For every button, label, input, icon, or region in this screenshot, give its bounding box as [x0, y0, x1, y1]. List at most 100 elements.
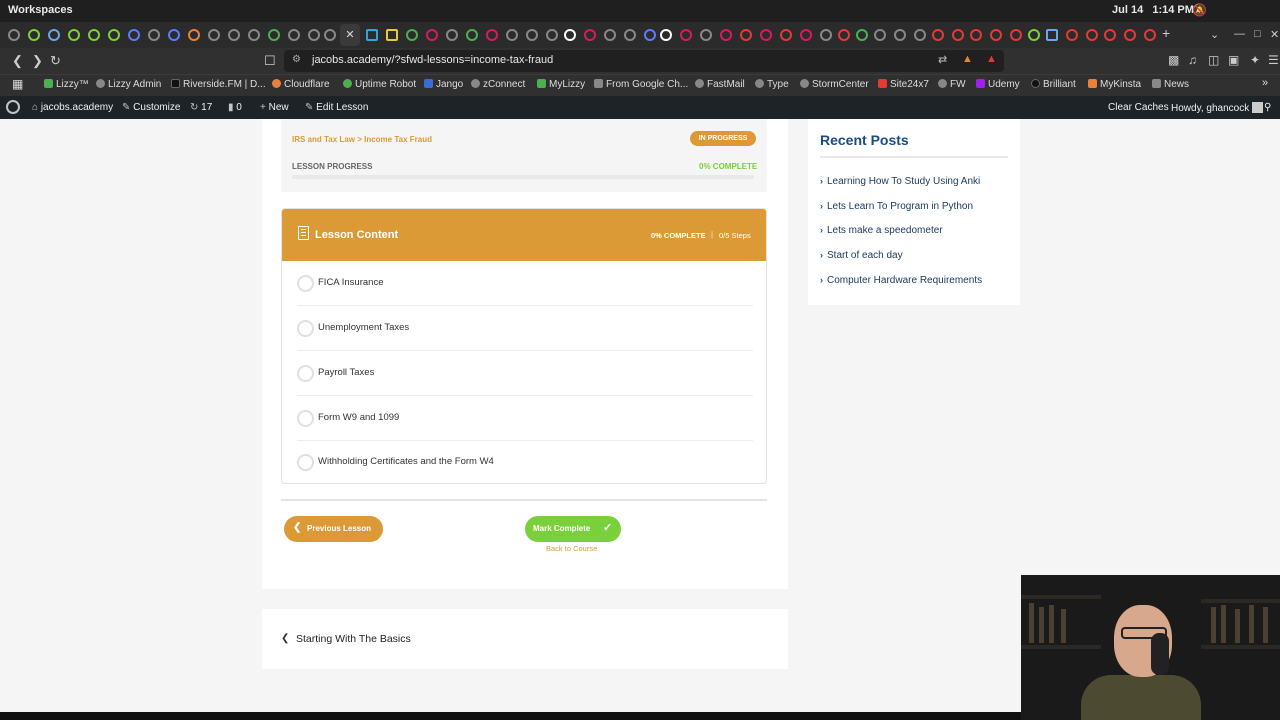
sidebar-icon[interactable]: ◫: [1208, 53, 1219, 67]
tab-icon[interactable]: [486, 29, 498, 41]
tab-icon[interactable]: [1046, 29, 1058, 41]
bookmark-item[interactable]: Jango: [424, 79, 463, 90]
tab-icon[interactable]: [990, 29, 1002, 41]
mark-complete-button[interactable]: Mark Complete ✓: [525, 516, 621, 542]
bookmark-item[interactable]: zConnect: [471, 79, 525, 90]
tab-icon[interactable]: [970, 29, 982, 41]
bookmark-item[interactable]: FastMail: [695, 79, 745, 90]
tab-icon[interactable]: [820, 29, 832, 41]
tab-icon[interactable]: [288, 29, 300, 41]
tab-icon[interactable]: [680, 29, 692, 41]
bookmark-item[interactable]: Lizzy™: [44, 79, 89, 90]
tab-icon[interactable]: [506, 29, 518, 41]
tab-icon[interactable]: [932, 29, 944, 41]
extensions-icon[interactable]: ▩: [1168, 53, 1179, 67]
tab-icon[interactable]: [952, 29, 964, 41]
tab-icon[interactable]: [700, 29, 712, 41]
tab-icon[interactable]: [148, 29, 160, 41]
previous-post-link[interactable]: Starting With The Basics: [296, 633, 411, 645]
tab-icon[interactable]: [28, 29, 40, 41]
tab-icon[interactable]: [526, 29, 538, 41]
menu-icon[interactable]: ☰: [1268, 53, 1279, 67]
tab-icon[interactable]: [874, 29, 886, 41]
comments-link[interactable]: ▮ 0: [228, 102, 242, 113]
tab-icon[interactable]: [248, 29, 260, 41]
bookmark-folder[interactable]: From Google Ch...: [594, 79, 688, 90]
tab-icon[interactable]: [426, 29, 438, 41]
tab-icon[interactable]: [366, 29, 378, 41]
notifications-muted-icon[interactable]: 🔕: [1192, 3, 1207, 17]
brave-rewards-icon[interactable]: ▲: [986, 53, 997, 65]
tab-icon[interactable]: [324, 29, 336, 41]
tab-icon[interactable]: [584, 29, 596, 41]
bookmark-item[interactable]: StormCenter: [800, 79, 869, 90]
close-window-icon[interactable]: ✕: [1270, 28, 1279, 41]
bookmark-item[interactable]: Uptime Robot: [343, 79, 416, 90]
bookmark-item[interactable]: Lizzy Admin: [96, 79, 161, 90]
tab-icon[interactable]: [406, 29, 418, 41]
tab-icon[interactable]: [446, 29, 458, 41]
bookmark-item[interactable]: Type: [755, 79, 789, 90]
tab-icon[interactable]: [780, 29, 792, 41]
clock[interactable]: Jul 14 1:14 PM: [1112, 4, 1194, 16]
topic-row[interactable]: Unemployment Taxes: [297, 306, 753, 351]
tab-icon[interactable]: [268, 29, 280, 41]
tab-icon[interactable]: [720, 29, 732, 41]
tab-icon[interactable]: [564, 29, 576, 41]
topic-row[interactable]: FICA Insurance: [297, 261, 753, 306]
tab-icon[interactable]: [624, 29, 636, 41]
tab-icon[interactable]: [760, 29, 772, 41]
tab-icon[interactable]: [1010, 29, 1022, 41]
bookmark-item[interactable]: MyLizzy: [537, 79, 585, 90]
workspaces-label[interactable]: Workspaces: [8, 4, 73, 16]
tab-icon[interactable]: [228, 29, 240, 41]
tab-icon[interactable]: [8, 29, 20, 41]
account-menu[interactable]: Howdy, ghancock: [1171, 102, 1263, 114]
new-content-link[interactable]: + New: [260, 102, 289, 113]
tab-icon[interactable]: [894, 29, 906, 41]
apps-grid-icon[interactable]: ▦: [12, 77, 23, 91]
tab-icon[interactable]: [838, 29, 850, 41]
recent-post-link[interactable]: › Lets make a speedometer: [820, 225, 943, 236]
tab-icon[interactable]: [604, 29, 616, 41]
tab-icon[interactable]: [48, 29, 60, 41]
bookmark-item[interactable]: Site24x7: [878, 79, 929, 90]
clear-caches-link[interactable]: Clear Caches: [1108, 102, 1169, 113]
recent-post-link[interactable]: › Lets Learn To Program in Python: [820, 201, 973, 212]
tab-icon[interactable]: [546, 29, 558, 41]
tab-icon[interactable]: [1124, 29, 1136, 41]
topic-row[interactable]: Form W9 and 1099: [297, 396, 753, 441]
bookmark-item[interactable]: Cloudflare: [272, 79, 330, 90]
site-settings-icon[interactable]: ⚙: [292, 54, 301, 65]
tab-icon[interactable]: [660, 29, 672, 41]
tab-icon[interactable]: [1028, 29, 1040, 41]
recent-post-link[interactable]: › Computer Hardware Requirements: [820, 275, 982, 286]
tab-icon[interactable]: [108, 29, 120, 41]
tab-icon[interactable]: [800, 29, 812, 41]
tab-icon[interactable]: [208, 29, 220, 41]
back-icon[interactable]: ❮: [12, 53, 23, 69]
url-field[interactable]: ⚙ jacobs.academy/?sfwd-lessons=income-ta…: [284, 50, 1004, 72]
tab-list-chevron-icon[interactable]: ⌄: [1210, 28, 1219, 41]
tab-icon[interactable]: [128, 29, 140, 41]
bookmark-icon[interactable]: ☐: [264, 53, 276, 69]
tab-icon[interactable]: [68, 29, 80, 41]
minimize-icon[interactable]: —: [1234, 28, 1245, 40]
breadcrumb[interactable]: IRS and Tax Law > Income Tax Fraud: [292, 135, 432, 144]
forward-icon[interactable]: ❯: [32, 53, 43, 69]
maximize-icon[interactable]: □: [1254, 28, 1261, 40]
tab-icon[interactable]: [1104, 29, 1116, 41]
previous-lesson-button[interactable]: ❮ Previous Lesson: [284, 516, 383, 542]
recent-post-link[interactable]: › Start of each day: [820, 250, 903, 261]
tab-icon[interactable]: [188, 29, 200, 41]
wallet-icon[interactable]: ▣: [1228, 53, 1239, 67]
brave-shields-icon[interactable]: ▲: [962, 53, 973, 65]
bookmark-item[interactable]: FW: [938, 79, 966, 90]
bookmark-item[interactable]: Udemy: [976, 79, 1020, 90]
tab-icon[interactable]: [386, 29, 398, 41]
share-icon[interactable]: ⇄: [938, 53, 947, 66]
search-icon[interactable]: ⚲: [1264, 102, 1271, 113]
customize-link[interactable]: ✎ Customize: [122, 102, 180, 113]
media-icon[interactable]: ♫: [1188, 53, 1197, 67]
new-tab-icon[interactable]: +: [1162, 25, 1170, 41]
